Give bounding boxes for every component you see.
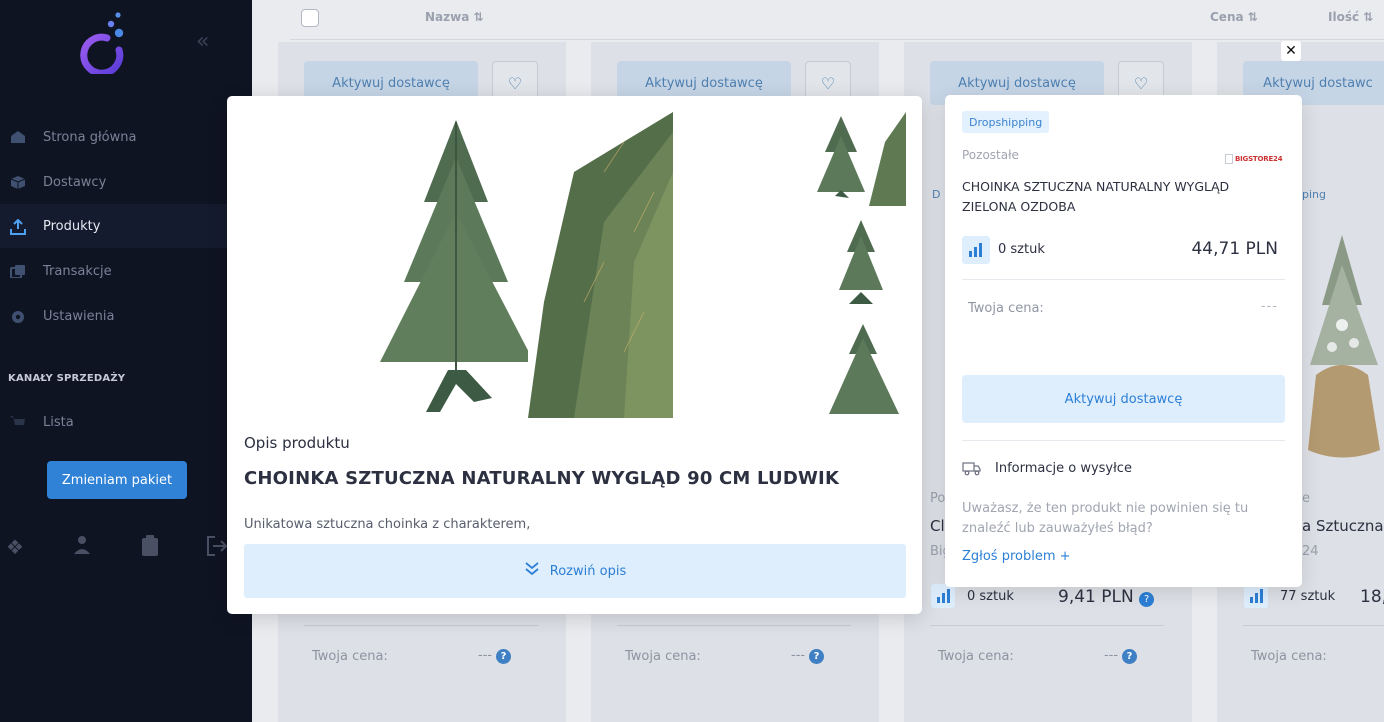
category-fragment: e	[1302, 491, 1310, 506]
store-logo-box-icon	[1225, 153, 1233, 164]
description-heading: Opis produktu	[244, 434, 350, 452]
dropshipping-badge: Dropshipping	[962, 111, 1050, 133]
divider	[962, 279, 1285, 280]
sidebar-item-settings[interactable]: Ustawienia	[0, 294, 252, 338]
diamond-grid-icon[interactable]: ❖	[6, 535, 24, 559]
help-icon[interactable]: ?	[496, 649, 512, 664]
help-icon[interactable]: ?	[1139, 592, 1155, 607]
product-image-fragment	[1302, 225, 1384, 460]
sidebar-item-label: Transakcje	[43, 263, 112, 279]
cart-icon	[10, 415, 26, 429]
sidebar: « Strona główna Dostawcy Produkty Transa…	[0, 0, 252, 722]
panel-product-title: CHOINKA SZTUCZNA NATURALNY WYGLĄD ZIELON…	[962, 179, 1230, 214]
sidebar-item-home[interactable]: Strona główna	[0, 115, 252, 159]
sidebar-item-list[interactable]: Lista	[0, 400, 252, 444]
sidebar-item-transactions[interactable]: Transakcje	[0, 249, 252, 293]
stock-fragment: 0 sztuk	[967, 589, 1014, 604]
category-label: Pozostałe	[962, 148, 1019, 162]
product-detail-panel: Dropshipping Pozostałe BIGSTORE24 CHOINK…	[945, 95, 1302, 587]
supplier-price: 44,71 PLN	[1191, 239, 1278, 259]
expand-description-button[interactable]: Rozwiń opis	[244, 544, 906, 598]
price-fragment: 18,	[1360, 587, 1384, 607]
double-chevron-down-icon	[524, 562, 540, 580]
sidebar-footer-icons: ❖	[0, 535, 252, 565]
divider	[930, 625, 1164, 626]
your-price-label: Twoja cena:	[1251, 649, 1327, 664]
stock-quantity: 0 sztuk	[998, 242, 1045, 257]
sidebar-item-label: Strona główna	[43, 129, 137, 145]
app-logo-icon[interactable]	[77, 12, 127, 77]
your-price-label: Twoja cena:	[968, 301, 1044, 316]
divider	[1243, 625, 1384, 626]
gear-icon	[10, 309, 26, 323]
shipping-info-link[interactable]: Informacje o wysyłce	[995, 461, 1132, 476]
your-price-value: ---?	[791, 648, 825, 664]
price-fragment: 9,41 PLN ?	[1058, 587, 1155, 607]
box-icon	[10, 175, 26, 189]
stock-bars-icon	[962, 236, 990, 264]
product-title: CHOINKA SZTUCZNA NATURALNY WYGLĄD 90 CM …	[244, 468, 840, 489]
your-price-label: Twoja cena:	[312, 649, 388, 664]
sidebar-item-suppliers[interactable]: Dostawcy	[0, 160, 252, 204]
sidebar-item-products[interactable]: Produkty	[0, 204, 252, 248]
home-icon	[10, 130, 26, 144]
category-fragment: Po	[930, 491, 946, 506]
close-icon[interactable]: ✕	[1281, 41, 1301, 61]
sidebar-item-label: Lista	[43, 414, 74, 430]
sales-channels-heading: KANAŁY SPRZEDAŻY	[8, 373, 126, 384]
clipboard-icon[interactable]	[141, 535, 159, 562]
description-preview: Unikatowa sztuczna choinka z charakterem…	[244, 517, 531, 532]
thumbnail-image[interactable]	[815, 320, 906, 414]
title-fragment: a Sztuczna	[1302, 517, 1384, 535]
help-icon[interactable]: ?	[809, 649, 825, 664]
activate-supplier-button[interactable]: Aktywuj dostawcę	[962, 375, 1285, 423]
column-name[interactable]: Nazwa ⇅	[425, 10, 484, 24]
title-fragment: Cl	[930, 517, 945, 535]
logout-icon[interactable]	[206, 535, 228, 562]
expand-description-label: Rozwiń opis	[549, 563, 627, 579]
thumbnail-image[interactable]	[815, 216, 906, 310]
badge-fragment: ping	[1302, 188, 1326, 201]
your-price-value: ---?	[1104, 648, 1138, 664]
divider	[962, 440, 1285, 441]
column-quantity[interactable]: Ilość ⇅	[1328, 10, 1373, 24]
column-price[interactable]: Cena ⇅	[1210, 10, 1258, 24]
sidebar-item-label: Dostawcy	[43, 174, 107, 190]
upload-tray-icon	[10, 218, 26, 235]
change-package-button[interactable]: Zmieniam pakiet	[47, 461, 187, 499]
divider	[617, 625, 851, 626]
supplier-fragment: 24	[1302, 544, 1319, 559]
stock-icon	[1244, 584, 1268, 608]
stock-icon	[931, 584, 955, 608]
thumbnail-image[interactable]	[815, 112, 906, 206]
sidebar-item-label: Ustawienia	[43, 308, 115, 324]
product-gallery-modal: Opis produktu CHOINKA SZTUCZNA NATURALNY…	[227, 96, 922, 614]
select-all-checkbox[interactable]	[301, 9, 319, 27]
report-problem-link[interactable]: Zgłoś problem +	[962, 549, 1071, 564]
collapse-sidebar-icon[interactable]: «	[196, 29, 209, 54]
truck-icon	[962, 460, 982, 480]
divider	[304, 625, 538, 626]
your-price-value: ---	[1260, 299, 1278, 314]
main-product-image[interactable]	[374, 112, 673, 418]
stock-fragment: 77 sztuk	[1280, 589, 1336, 604]
copy-icon	[10, 264, 26, 279]
supplier-logo: BIGSTORE24	[1225, 152, 1283, 165]
your-price-value: ---?	[478, 648, 512, 664]
help-icon[interactable]: ?	[1122, 649, 1138, 664]
report-question: Uważasz, że ten produkt nie powinien się…	[962, 501, 1249, 536]
your-price-label: Twoja cena:	[625, 649, 701, 664]
badge-fragment: D	[932, 188, 941, 201]
user-icon[interactable]	[73, 535, 91, 560]
sidebar-item-label: Produkty	[43, 218, 101, 234]
your-price-label: Twoja cena:	[938, 649, 1014, 664]
